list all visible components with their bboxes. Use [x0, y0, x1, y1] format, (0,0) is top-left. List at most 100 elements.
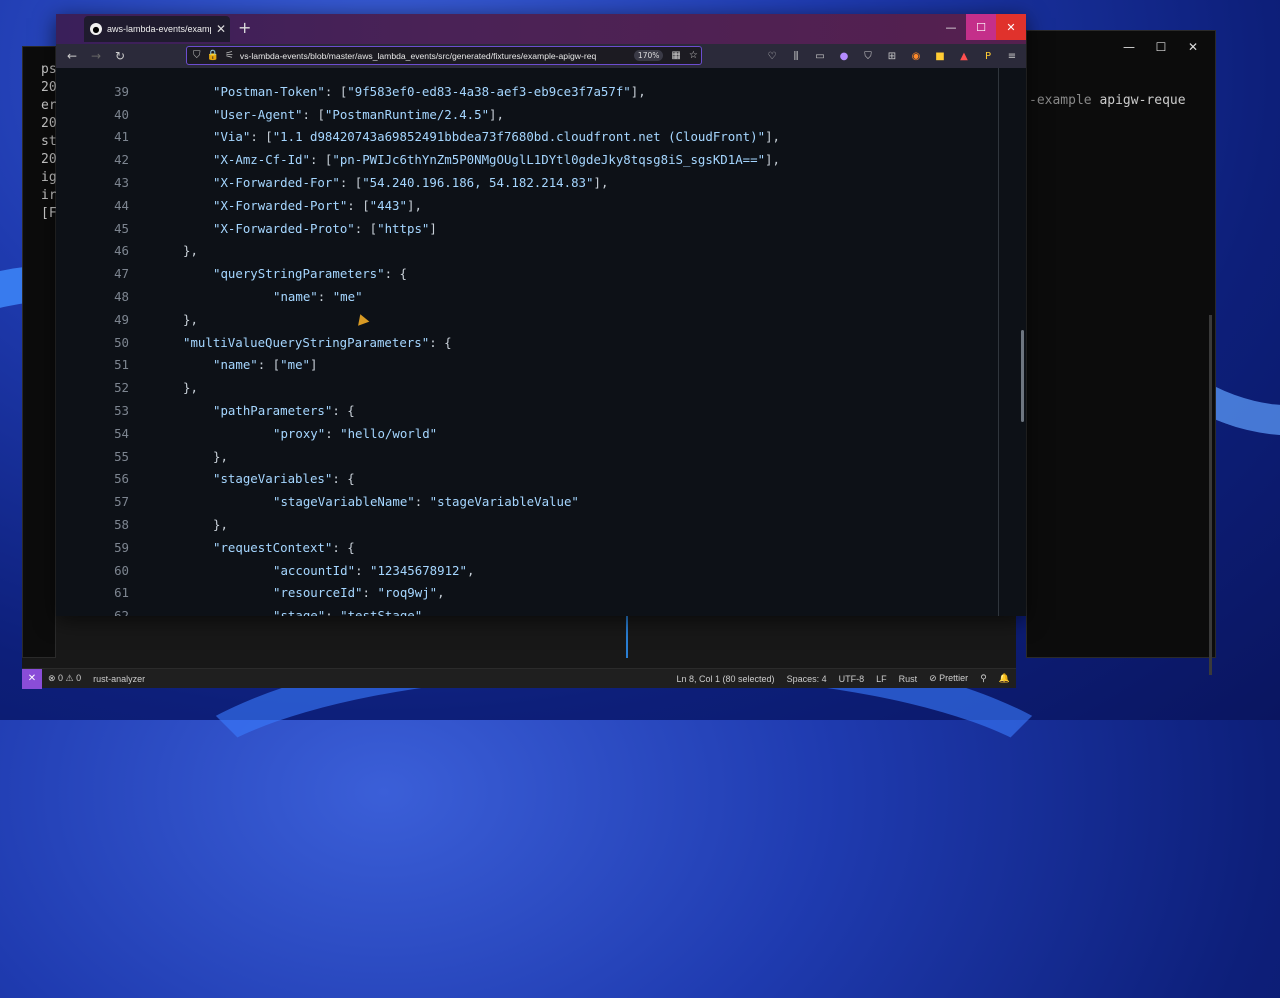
- code-line[interactable]: 52},: [56, 376, 998, 399]
- line-number[interactable]: 62: [56, 604, 129, 616]
- line-number[interactable]: 40: [56, 103, 129, 126]
- reader-view-icon[interactable]: ▦: [671, 50, 680, 61]
- line-number[interactable]: 39: [56, 80, 129, 103]
- code-line[interactable]: 54 "proxy": "hello/world": [56, 422, 998, 445]
- line-number[interactable]: 47: [56, 262, 129, 285]
- cursor-position[interactable]: Ln 8, Col 1 (80 selected): [671, 674, 781, 684]
- code-line[interactable]: 45 "X-Forwarded-Proto": ["https"]: [56, 217, 998, 240]
- terminal-text: apigw-reque: [1099, 93, 1186, 108]
- page-scrollbar-thumb[interactable]: [1021, 330, 1024, 422]
- line-number[interactable]: 56: [56, 467, 129, 490]
- lock-icon[interactable]: 🔒: [207, 50, 219, 61]
- new-tab-button[interactable]: +: [238, 18, 251, 37]
- zoom-level-badge[interactable]: 170%: [633, 50, 664, 61]
- rocket-icon[interactable]: ▲: [954, 47, 974, 65]
- line-number[interactable]: 44: [56, 194, 129, 217]
- minimize-icon[interactable]: —: [936, 14, 966, 40]
- left-terminal-window: ps 20 er 20 st 20 ig ir [F: [22, 46, 57, 658]
- menu-icon[interactable]: ≡: [1002, 47, 1022, 65]
- url-text[interactable]: vs-lambda-events/blob/master/aws_lambda_…: [240, 51, 630, 61]
- line-number[interactable]: 41: [56, 125, 129, 148]
- lock-extension-icon[interactable]: ■: [930, 47, 950, 65]
- back-button[interactable]: ←: [60, 49, 84, 63]
- line-number[interactable]: 55: [56, 445, 129, 468]
- pocket-icon[interactable]: ♡: [762, 47, 782, 65]
- tab-close-icon[interactable]: ✕: [216, 22, 226, 36]
- feedback-icon[interactable]: ⚲: [974, 673, 993, 684]
- permissions-icon[interactable]: ⚟: [225, 50, 234, 61]
- shield-icon[interactable]: ⛉: [858, 47, 878, 65]
- code-line[interactable]: 51 "name": ["me"]: [56, 353, 998, 376]
- line-number[interactable]: 54: [56, 422, 129, 445]
- language-mode[interactable]: Rust: [893, 674, 924, 684]
- line-number[interactable]: 45: [56, 217, 129, 240]
- minimize-icon[interactable]: —: [1113, 37, 1145, 57]
- maximize-icon[interactable]: ☐: [966, 14, 996, 40]
- line-number[interactable]: 50: [56, 331, 129, 354]
- line-number[interactable]: 60: [56, 559, 129, 582]
- color-icon[interactable]: ◉: [906, 47, 926, 65]
- remote-indicator-button[interactable]: ✕: [22, 668, 42, 689]
- line-number[interactable]: 51: [56, 353, 129, 376]
- indentation-setting[interactable]: Spaces: 4: [781, 674, 833, 684]
- profile-icon[interactable]: P: [978, 47, 998, 65]
- reload-button[interactable]: ↻: [108, 49, 132, 63]
- code-line[interactable]: 47 "queryStringParameters": {: [56, 262, 998, 285]
- line-number[interactable]: 52: [56, 376, 129, 399]
- vscode-status-bar: ✕ ⊗ 0 ⚠ 0 rust-analyzer Ln 8, Col 1 (80 …: [22, 668, 1016, 689]
- tracking-protection-icon[interactable]: ⛉: [193, 50, 201, 61]
- code-line[interactable]: 43 "X-Forwarded-For": ["54.240.196.186, 5…: [56, 171, 998, 194]
- grid-icon[interactable]: ⊞: [882, 47, 902, 65]
- extension-icon[interactable]: ●: [834, 47, 854, 65]
- close-icon[interactable]: ✕: [1177, 37, 1209, 57]
- code-line[interactable]: 55},: [56, 445, 998, 468]
- browser-toolbar-icons: ♡ ⫼ ▭ ● ⛉ ⊞ ◉ ■ ▲ P ≡: [762, 47, 1022, 65]
- line-number[interactable]: 46: [56, 239, 129, 262]
- encoding-setting[interactable]: UTF-8: [833, 674, 871, 684]
- code-line[interactable]: 58},: [56, 513, 998, 536]
- line-number[interactable]: 49: [56, 308, 129, 331]
- prettier-status[interactable]: ⊘ Prettier: [923, 673, 974, 684]
- code-line[interactable]: 60 "accountId": "12345678912",: [56, 559, 998, 582]
- url-bar[interactable]: ⛉ 🔒 ⚟ vs-lambda-events/blob/master/aws_l…: [186, 46, 702, 65]
- code-line[interactable]: 46},: [56, 239, 998, 262]
- sidebar-icon[interactable]: ▭: [810, 47, 830, 65]
- code-line[interactable]: 49},: [56, 308, 998, 331]
- code-line[interactable]: 48 "name": "me": [56, 285, 998, 308]
- code-line[interactable]: 61 "resourceId": "roq9wj",: [56, 581, 998, 604]
- forward-button[interactable]: →: [84, 49, 108, 63]
- code-line[interactable]: 57 "stageVariableName": "stageVariableVal…: [56, 490, 998, 513]
- code-line[interactable]: 44 "X-Forwarded-Port": ["443"],: [56, 194, 998, 217]
- terminal-scrollbar[interactable]: [1209, 315, 1212, 675]
- code-line[interactable]: 50 "multiValueQueryStringParameters": {: [56, 331, 998, 354]
- line-number[interactable]: 42: [56, 148, 129, 171]
- maximize-icon[interactable]: ☐: [1145, 37, 1177, 57]
- line-number[interactable]: 57: [56, 490, 129, 513]
- library-icon[interactable]: ⫼: [786, 47, 806, 65]
- bookmark-star-icon[interactable]: ☆: [689, 50, 698, 61]
- language-server-status[interactable]: rust-analyzer: [87, 674, 151, 684]
- line-number[interactable]: 59: [56, 536, 129, 559]
- code-line[interactable]: 42 "X-Amz-Cf-Id": ["pn-PWIJc6thYnZm5P0NMg…: [56, 148, 998, 171]
- close-icon[interactable]: ✕: [996, 14, 1026, 40]
- notifications-bell-icon[interactable]: 🔔: [993, 673, 1016, 684]
- code-line[interactable]: 41 "Via": ["1.1 d98420743a69852491bbdea73…: [56, 125, 998, 148]
- code-line[interactable]: 53 "pathParameters": {: [56, 399, 998, 422]
- code-line[interactable]: 56 "stageVariables": {: [56, 467, 998, 490]
- code-view[interactable]: 39 "Postman-Token": ["9f583ef0-ed83-4a38-…: [56, 68, 998, 616]
- eol-setting[interactable]: LF: [870, 674, 893, 684]
- line-number[interactable]: 58: [56, 513, 129, 536]
- code-text: "stageVariableName": "stageVariableValue…: [273, 494, 579, 510]
- code-line[interactable]: 39 "Postman-Token": ["9f583ef0-ed83-4a38-…: [56, 80, 998, 103]
- line-number[interactable]: 53: [56, 399, 129, 422]
- problems-indicator[interactable]: ⊗ 0 ⚠ 0: [42, 673, 87, 684]
- code-text: "queryStringParameters": {: [213, 266, 407, 282]
- tab-aws-lambda-events[interactable]: ● aws-lambda-events/example-a ✕: [84, 16, 230, 42]
- code-line[interactable]: 62 "stage": "testStage",: [56, 604, 998, 616]
- line-number[interactable]: 43: [56, 171, 129, 194]
- code-text: },: [183, 380, 198, 396]
- code-line[interactable]: 59 "requestContext": {: [56, 536, 998, 559]
- line-number[interactable]: 48: [56, 285, 129, 308]
- line-number[interactable]: 61: [56, 581, 129, 604]
- code-line[interactable]: 40 "User-Agent": ["PostmanRuntime/2.4.5"]…: [56, 103, 998, 126]
